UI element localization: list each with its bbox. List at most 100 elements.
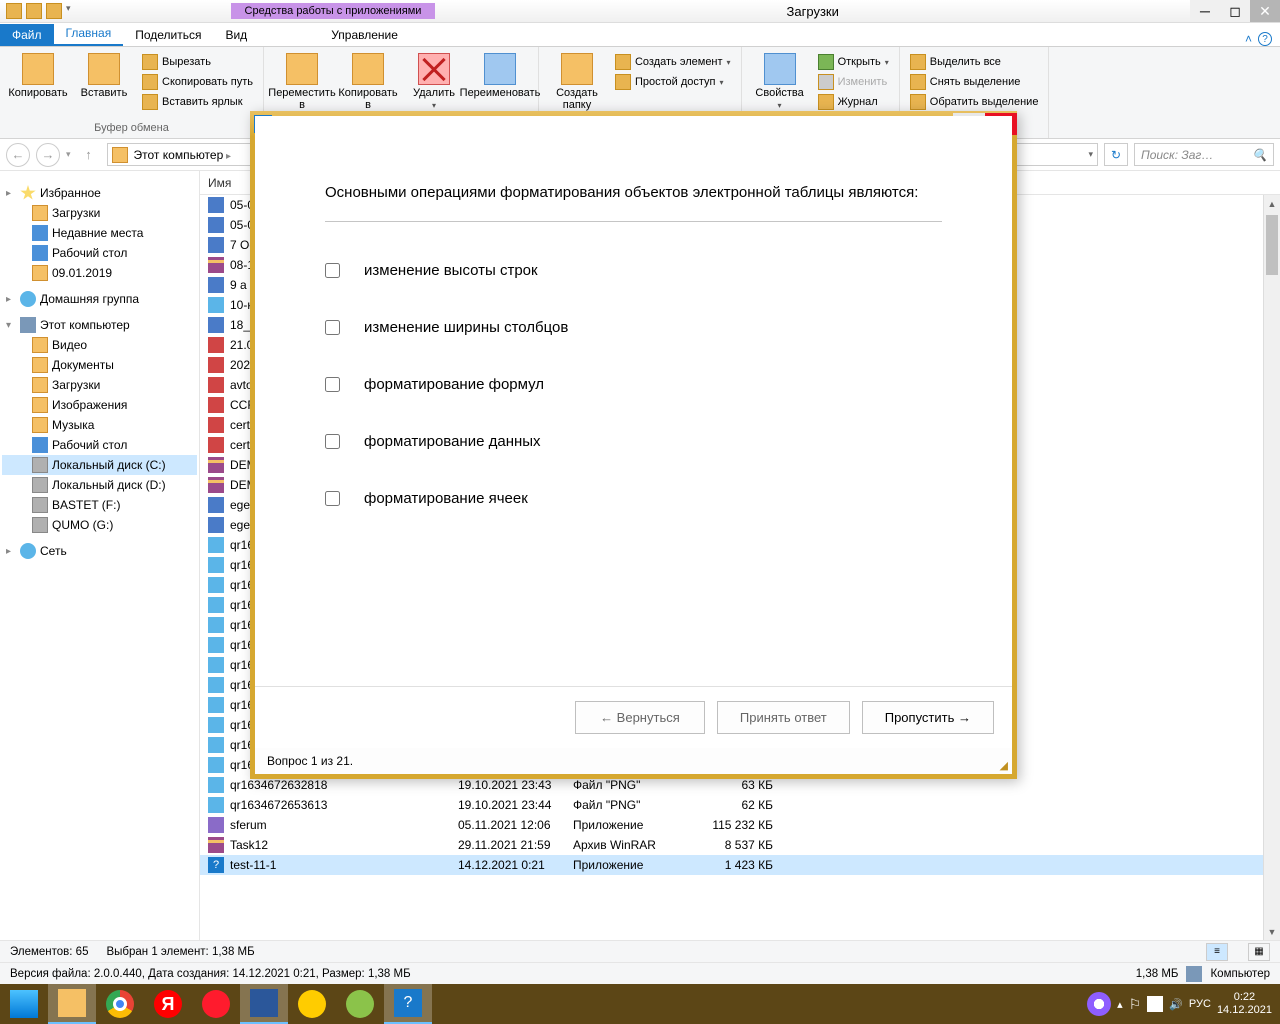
quiz-answer[interactable]: изменение высоты строк: [325, 262, 942, 279]
scroll-up-icon[interactable]: ▲: [1264, 195, 1280, 212]
answer-checkbox[interactable]: [325, 434, 340, 449]
task-explorer[interactable]: [48, 984, 96, 1024]
nav-disk-f[interactable]: BASTET (F:): [2, 495, 197, 515]
qat-icon[interactable]: [6, 3, 22, 19]
start-button[interactable]: [0, 984, 48, 1024]
task-quiz[interactable]: ?: [384, 984, 432, 1024]
new-folder-button[interactable]: Создать папку: [545, 49, 609, 111]
cut-button[interactable]: Вырезать: [138, 53, 257, 71]
refresh-button[interactable]: ↻: [1104, 143, 1128, 166]
help-icon[interactable]: ?: [1258, 32, 1272, 46]
view-details-button[interactable]: ≡: [1206, 943, 1228, 961]
quiz-answer[interactable]: изменение ширины столбцов: [325, 319, 942, 336]
file-row[interactable]: qr163467265361319.10.2021 23:44Файл "PNG…: [200, 795, 1280, 815]
search-input[interactable]: Поиск: Заг…🔍: [1134, 143, 1274, 166]
file-size: 63 КБ: [693, 778, 773, 792]
quiz-accept-button[interactable]: Принять ответ: [717, 701, 850, 734]
quiz-back-button[interactable]: ← Вернуться: [575, 701, 705, 734]
breadcrumb[interactable]: Этот компьютер: [132, 148, 234, 162]
answer-checkbox[interactable]: [325, 320, 340, 335]
forward-button[interactable]: →: [36, 143, 60, 167]
scroll-thumb[interactable]: [1266, 215, 1278, 275]
rename-button[interactable]: Переименовать: [468, 49, 532, 99]
easy-access-button[interactable]: Простой доступ: [611, 73, 735, 91]
file-row[interactable]: Task1229.11.2021 21:59Архив WinRAR8 537 …: [200, 835, 1280, 855]
tray-lang[interactable]: РУС: [1189, 998, 1211, 1010]
tray-clock[interactable]: 0:2214.12.2021: [1217, 991, 1272, 1017]
resize-grip-icon[interactable]: ◢: [1000, 759, 1008, 772]
invert-button[interactable]: Обратить выделение: [906, 93, 1043, 111]
titlebar: ▾ Средства работы с приложениями Загрузк…: [0, 0, 1280, 23]
nav-favorites[interactable]: ▸Избранное: [2, 183, 197, 203]
answer-checkbox[interactable]: [325, 263, 340, 278]
nav-network[interactable]: ▸Сеть: [2, 541, 197, 561]
quiz-answer[interactable]: форматирование формул: [325, 376, 942, 393]
nav-disk-c[interactable]: Локальный диск (C:): [2, 455, 197, 475]
answer-checkbox[interactable]: [325, 491, 340, 506]
select-all-button[interactable]: Выделить все: [906, 53, 1043, 71]
history-button[interactable]: Журнал: [814, 93, 893, 111]
paste-button[interactable]: Вставить: [72, 49, 136, 99]
nav-desktop2[interactable]: Рабочий стол: [2, 435, 197, 455]
paste-shortcut-button[interactable]: Вставить ярлык: [138, 93, 257, 111]
nav-downloads2[interactable]: Загрузки: [2, 375, 197, 395]
tray-volume-icon[interactable]: 🔊: [1169, 998, 1183, 1011]
nav-downloads[interactable]: Загрузки: [2, 203, 197, 223]
quiz-answer[interactable]: форматирование ячеек: [325, 490, 942, 507]
tab-share[interactable]: Поделиться: [123, 24, 213, 46]
task-ybrowser[interactable]: [288, 984, 336, 1024]
maximize-button[interactable]: ◻: [1220, 0, 1250, 22]
ribbon-collapse-icon[interactable]: ˄: [1245, 32, 1252, 46]
file-row[interactable]: sferum05.11.2021 12:06Приложение115 232 …: [200, 815, 1280, 835]
minimize-button[interactable]: ─: [1190, 0, 1220, 22]
quiz-answer[interactable]: форматирование данных: [325, 433, 942, 450]
tab-manage[interactable]: Управление: [319, 24, 410, 46]
tab-home[interactable]: Главная: [54, 22, 124, 46]
view-icons-button[interactable]: ▦: [1248, 943, 1270, 961]
nav-this-pc[interactable]: ▾Этот компьютер: [2, 315, 197, 335]
nav-recent[interactable]: Недавние места: [2, 223, 197, 243]
task-app[interactable]: [336, 984, 384, 1024]
close-button[interactable]: ✕: [1250, 0, 1280, 22]
task-word[interactable]: [240, 984, 288, 1024]
address-dropdown[interactable]: ▾: [1088, 149, 1093, 160]
nav-documents[interactable]: Документы: [2, 355, 197, 375]
up-button[interactable]: ↑: [77, 143, 101, 167]
scroll-down-icon[interactable]: ▼: [1264, 923, 1280, 940]
nav-desktop[interactable]: Рабочий стол: [2, 243, 197, 263]
scrollbar-vertical[interactable]: ▲ ▼: [1263, 195, 1280, 940]
qat-icon[interactable]: [46, 3, 62, 19]
folder-icon: [32, 417, 48, 433]
delete-button[interactable]: Удалить: [402, 49, 466, 110]
new-item-button[interactable]: Создать элемент: [611, 53, 735, 71]
tab-view[interactable]: Вид: [213, 24, 259, 46]
nav-pictures[interactable]: Изображения: [2, 395, 197, 415]
nav-video[interactable]: Видео: [2, 335, 197, 355]
task-yandex[interactable]: Я: [144, 984, 192, 1024]
task-opera[interactable]: [192, 984, 240, 1024]
qat-overflow[interactable]: ▾: [66, 3, 71, 19]
tray-expand-icon[interactable]: ▴: [1117, 998, 1123, 1011]
tray-network-icon[interactable]: [1147, 996, 1163, 1012]
nav-music[interactable]: Музыка: [2, 415, 197, 435]
deselect-button[interactable]: Снять выделение: [906, 73, 1043, 91]
nav-disk-g[interactable]: QUMO (G:): [2, 515, 197, 535]
edit-button[interactable]: Изменить: [814, 73, 893, 91]
nav-folder[interactable]: 09.01.2019: [2, 263, 197, 283]
copy-button[interactable]: Копировать: [6, 49, 70, 99]
history-dropdown[interactable]: ▾: [66, 149, 71, 160]
tab-file[interactable]: Файл: [0, 24, 54, 46]
properties-button[interactable]: Свойства: [748, 49, 812, 110]
nav-homegroup[interactable]: ▸Домашняя группа: [2, 289, 197, 309]
answer-checkbox[interactable]: [325, 377, 340, 392]
tray-action-center-icon[interactable]: ⚐: [1129, 996, 1142, 1013]
back-button[interactable]: ←: [6, 143, 30, 167]
nav-disk-d[interactable]: Локальный диск (D:): [2, 475, 197, 495]
copy-path-button[interactable]: Скопировать путь: [138, 73, 257, 91]
quiz-skip-button[interactable]: Пропустить →: [862, 701, 994, 734]
tray-yandex-icon[interactable]: [1087, 992, 1111, 1016]
file-row[interactable]: ?test-11-114.12.2021 0:21Приложение1 423…: [200, 855, 1280, 875]
open-button[interactable]: Открыть: [814, 53, 893, 71]
task-chrome[interactable]: [96, 984, 144, 1024]
qat-icon[interactable]: [26, 3, 42, 19]
